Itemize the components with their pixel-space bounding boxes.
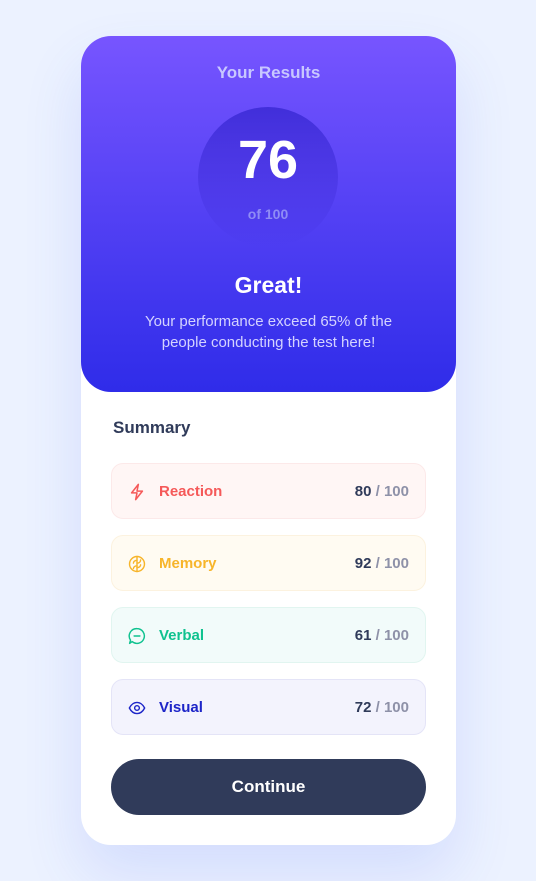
score-total: / 100	[375, 555, 409, 572]
continue-button[interactable]: Continue	[111, 759, 426, 815]
summary-label-reaction: Reaction	[159, 483, 223, 500]
rating-heading: Great!	[234, 272, 303, 298]
summary-row-memory: Memory 92 / 100	[111, 535, 426, 591]
summary-heading: Summary	[113, 418, 191, 437]
score-total: / 100	[375, 627, 409, 644]
summary-label-visual: Visual	[159, 699, 203, 716]
results-summary-card: Your Results 76 of 100 Great! Your perfo…	[81, 36, 456, 845]
chat-bubble-icon	[128, 627, 146, 645]
score-max: of 100	[247, 206, 289, 222]
brain-icon	[128, 555, 146, 573]
score-circle: 76 of 100	[198, 107, 338, 247]
score-value: 80	[354, 483, 372, 500]
lightning-icon	[128, 483, 146, 501]
summary-row-visual: Visual 72 / 100	[111, 679, 426, 735]
score-value: 72	[354, 699, 372, 716]
summary-score-verbal: 61 / 100	[355, 627, 409, 644]
summary-score-visual: 72 / 100	[355, 699, 409, 716]
result-panel: Your Results 76 of 100 Great! Your perfo…	[81, 36, 456, 392]
summary-row-reaction: Reaction 80 / 100	[111, 463, 426, 519]
result-title: Your Results	[216, 63, 321, 82]
score-value: 61	[354, 627, 372, 644]
score-total: / 100	[375, 483, 409, 500]
score-total: / 100	[375, 699, 409, 716]
summary-label-verbal: Verbal	[159, 627, 205, 644]
summary-score-memory: 92 / 100	[355, 555, 409, 572]
score-value: 76	[237, 130, 299, 190]
score-value: 92	[354, 555, 372, 572]
summary-score-reaction: 80 / 100	[355, 483, 409, 500]
eye-icon	[128, 699, 146, 717]
result-message: Your performance exceed 65% of the peopl…	[144, 313, 393, 351]
summary-label-memory: Memory	[159, 555, 217, 572]
summary-row-verbal: Verbal 61 / 100	[111, 607, 426, 663]
